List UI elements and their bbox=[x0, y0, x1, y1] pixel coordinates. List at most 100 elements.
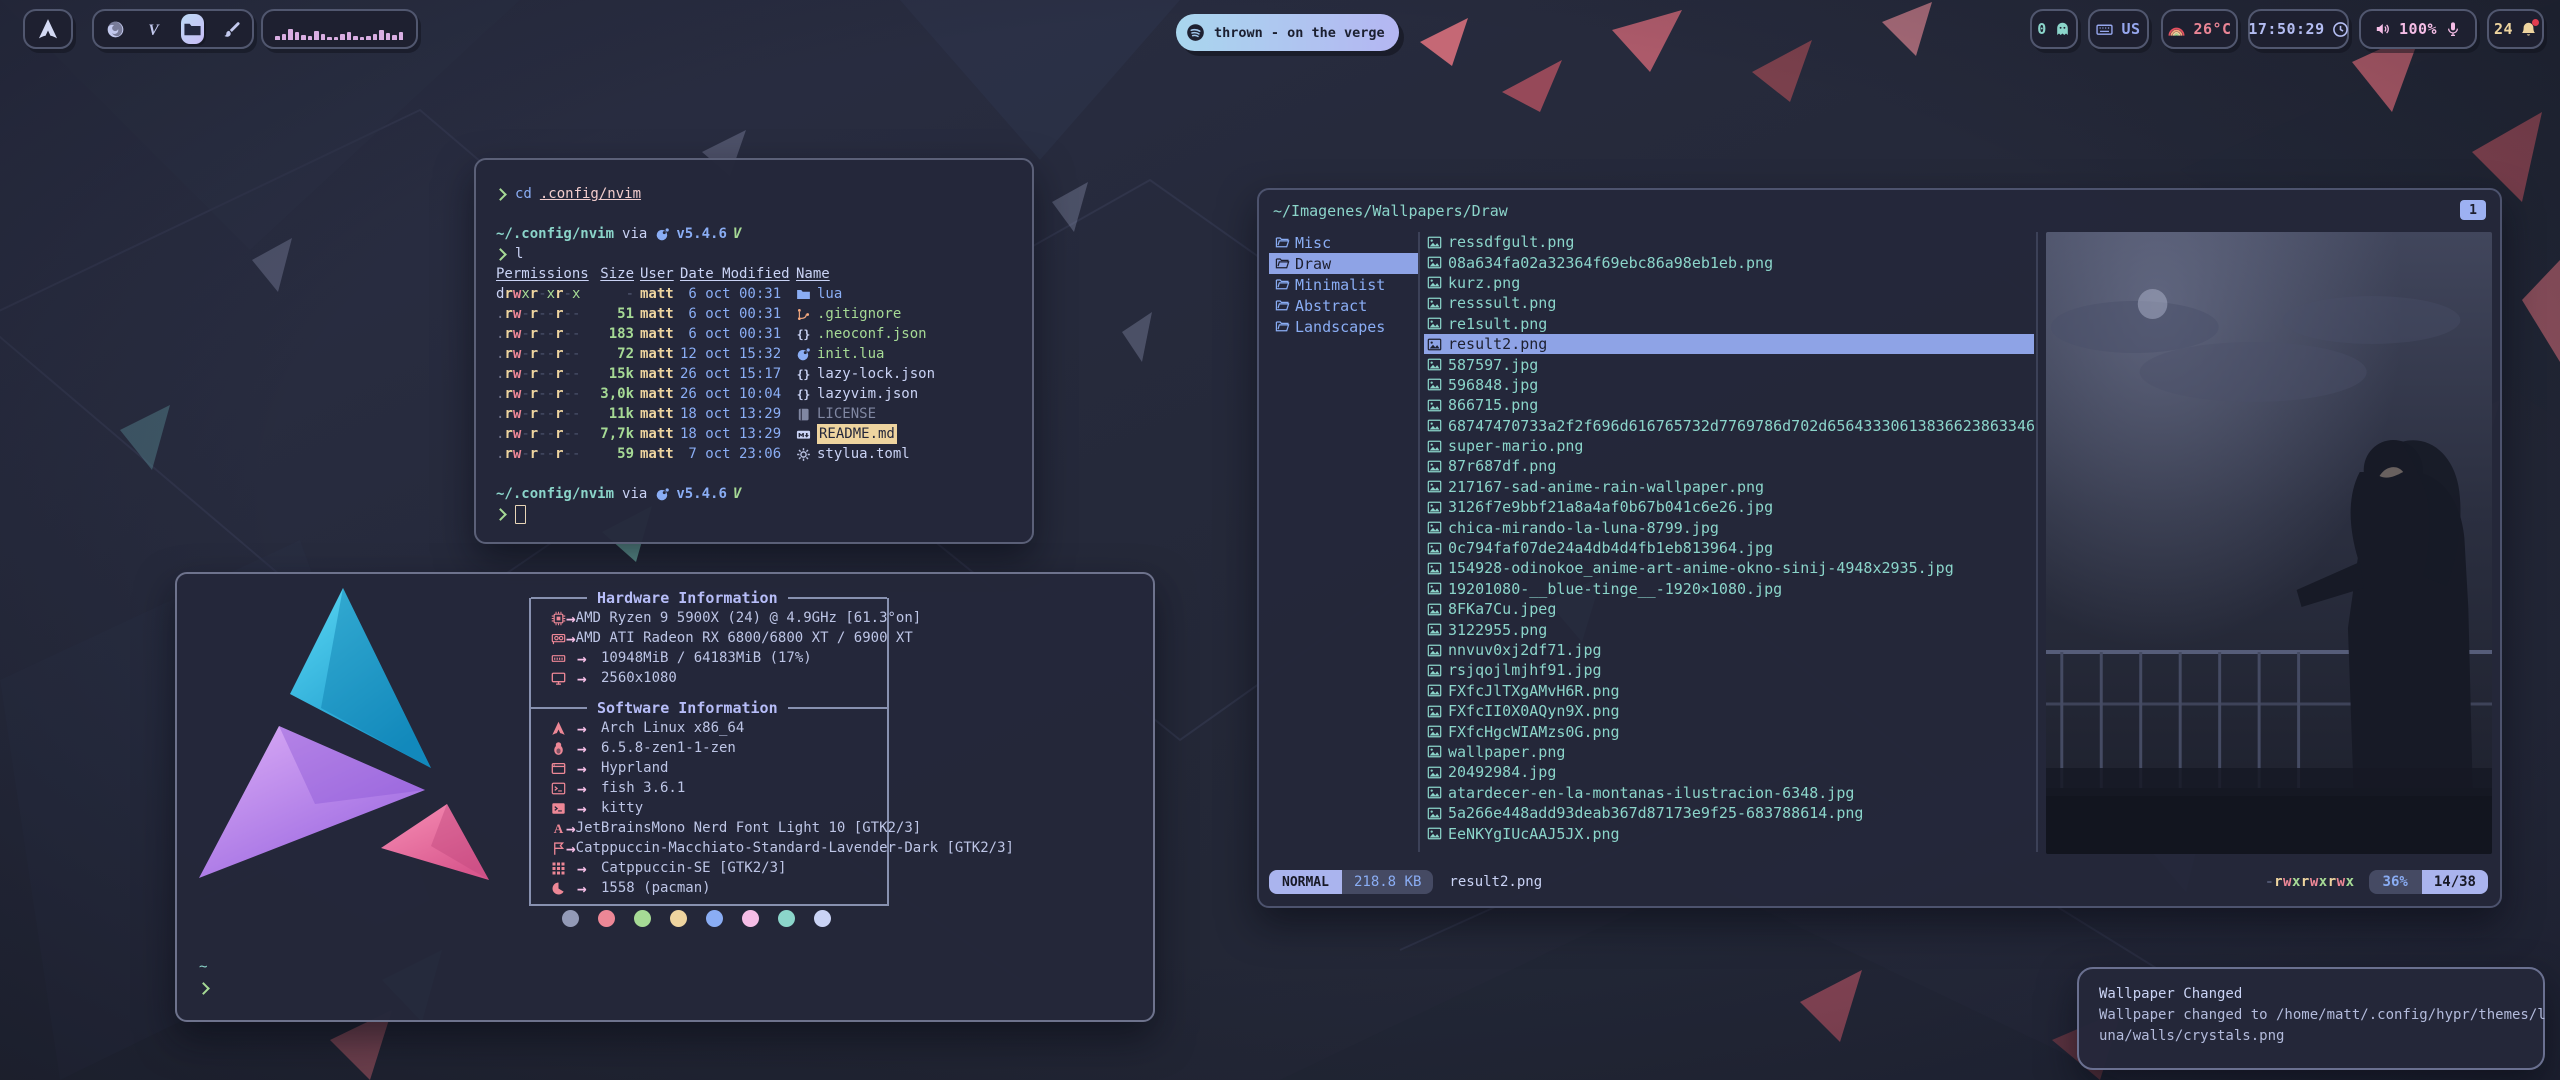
info-row: AMD Ryzen 9 5900X (24) @ 4.9GHz [61.3°on… bbox=[531, 608, 887, 628]
cava-bar bbox=[288, 29, 293, 40]
image-icon bbox=[1427, 826, 1442, 841]
cava-bar bbox=[386, 33, 391, 40]
file-item[interactable]: nnvuv0xj2df71.jpg bbox=[1424, 640, 2034, 660]
terminal-prompt-line[interactable] bbox=[496, 504, 1012, 524]
info-row: 10948MiB / 64183MiB (17%) bbox=[531, 648, 887, 668]
file-item[interactable]: EeNKYgIUcAAJ5JX.png bbox=[1424, 823, 2034, 843]
file-item[interactable]: re1sult.png bbox=[1424, 314, 2034, 334]
book-icon bbox=[796, 407, 811, 422]
notifications-widget[interactable]: 24 bbox=[2487, 9, 2544, 49]
file-item[interactable]: 5a266e448add93deab367d87173e9f25-6837886… bbox=[1424, 803, 2034, 823]
file-item[interactable]: 3126f7e9bbf21a8a4af0b67b041c6e26.jpg bbox=[1424, 497, 2034, 517]
image-icon bbox=[1427, 235, 1442, 250]
workspace-firefox[interactable] bbox=[104, 14, 127, 44]
image-icon bbox=[1427, 337, 1442, 352]
fetch-prompt[interactable]: ~ bbox=[199, 956, 218, 1000]
keyboard-layout-widget[interactable]: US bbox=[2088, 9, 2149, 49]
workspace-vim[interactable]: V bbox=[143, 14, 166, 44]
arrow-icon bbox=[566, 609, 576, 628]
file-item[interactable]: 87r687df.png bbox=[1424, 456, 2034, 476]
file-item[interactable]: 08a634fa02a32364f69ebc86a98eb1eb.png bbox=[1424, 252, 2034, 272]
file-item[interactable]: rsjqojlmjhf91.jpg bbox=[1424, 660, 2034, 680]
via-label: via bbox=[622, 484, 647, 504]
cava-bar bbox=[340, 34, 345, 40]
fastfetch-window[interactable]: Hardware Information AMD Ryzen 9 5900X (… bbox=[175, 572, 1155, 1022]
file-item[interactable]: 3122955.png bbox=[1424, 619, 2034, 639]
info-value: Catppuccin-SE [GTK2/3] bbox=[601, 860, 786, 876]
clock-widget[interactable]: 17:50:29 bbox=[2248, 9, 2349, 49]
terminal-window[interactable]: cd .config/nvim ~/.config/nvim via v5.4.… bbox=[474, 158, 1034, 544]
file-item[interactable]: 19201080-__blue-tinge__-1920×1080.jpg bbox=[1424, 579, 2034, 599]
ghost-icon bbox=[2054, 21, 2071, 38]
file-item[interactable]: 866715.png bbox=[1424, 395, 2034, 415]
file-item[interactable]: 587597.jpg bbox=[1424, 354, 2034, 374]
parent-directory-list: MiscDrawMinimalistAbstractLandscapes bbox=[1269, 232, 1419, 337]
file-item[interactable]: FXfcJlTXgAMvH6R.png bbox=[1424, 681, 2034, 701]
sidebar-dir-abstract[interactable]: Abstract bbox=[1269, 295, 1419, 316]
folder-icon bbox=[1275, 277, 1290, 292]
section-title: Hardware Information bbox=[587, 589, 788, 607]
file-item[interactable]: 68747470733a2f2f696d616765732d7769786d70… bbox=[1424, 416, 2034, 436]
bell-icon bbox=[2520, 21, 2537, 38]
cwd-tilde: ~ bbox=[199, 956, 218, 978]
prompt-chevron bbox=[494, 508, 507, 521]
file-manager-window[interactable]: ~/Imagenes/Wallpapers/Draw 1 MiscDrawMin… bbox=[1257, 188, 2502, 908]
info-value: AMD Ryzen 9 5900X (24) @ 4.9GHz [61.3°on… bbox=[576, 610, 922, 626]
breadcrumb-path: ~/Imagenes/Wallpapers/Draw bbox=[1273, 202, 1508, 220]
lua-icon bbox=[796, 347, 811, 362]
media-player-widget[interactable]: thrown - on the verge bbox=[1176, 14, 1399, 51]
notification-popup[interactable]: Wallpaper Changed Wallpaper changed to /… bbox=[2077, 967, 2545, 1070]
desktop: V thrown - on the verge 0 US 26°C 17:50:… bbox=[0, 0, 2560, 1080]
file-item[interactable]: wallpaper.png bbox=[1424, 742, 2034, 762]
updates-widget[interactable]: 0 bbox=[2030, 9, 2078, 49]
gear-icon bbox=[796, 447, 811, 462]
palette-dot bbox=[742, 910, 759, 927]
rainbow-icon bbox=[2167, 20, 2186, 39]
info-row: Catppuccin-SE [GTK2/3] bbox=[531, 858, 887, 878]
file-item[interactable]: ressdfgult.png bbox=[1424, 232, 2034, 252]
sidebar-dir-misc[interactable]: Misc bbox=[1269, 232, 1419, 253]
audio-widget[interactable]: 100% bbox=[2359, 9, 2477, 49]
info-value: Arch Linux x86_64 bbox=[601, 720, 744, 736]
speaker-icon bbox=[2375, 21, 2391, 37]
file-item[interactable]: kurz.png bbox=[1424, 273, 2034, 293]
file-item[interactable]: super-mario.png bbox=[1424, 436, 2034, 456]
image-icon bbox=[1427, 663, 1442, 678]
arrow-icon bbox=[566, 819, 576, 838]
status-check: V bbox=[733, 484, 741, 504]
sidebar-dir-minimalist[interactable]: Minimalist bbox=[1269, 274, 1419, 295]
file-item[interactable]: chica-mirando-la-luna-8799.jpg bbox=[1424, 517, 2034, 537]
panel-divider bbox=[1418, 232, 1420, 852]
terminal-color-palette bbox=[562, 910, 831, 927]
file-item[interactable]: 217167-sad-anime-rain-wallpaper.png bbox=[1424, 477, 2034, 497]
workspace-paintbrush[interactable] bbox=[220, 14, 243, 44]
via-label: via bbox=[622, 224, 647, 244]
image-icon bbox=[1427, 683, 1442, 698]
command: l bbox=[515, 244, 523, 264]
image-icon bbox=[1427, 704, 1442, 719]
file-item[interactable]: result2.png bbox=[1424, 334, 2034, 354]
file-item[interactable]: 0c794faf07de24a4db4d4fb1eb813964.jpg bbox=[1424, 538, 2034, 558]
cava-bar bbox=[301, 35, 306, 40]
file-item[interactable]: FXfcHgcWIAMzs0G.png bbox=[1424, 721, 2034, 741]
image-icon bbox=[1427, 479, 1442, 494]
preview-image bbox=[2046, 232, 2492, 854]
weather-widget[interactable]: 26°C bbox=[2161, 9, 2238, 49]
file-item[interactable]: 8FKa7Cu.jpeg bbox=[1424, 599, 2034, 619]
svg-text:A: A bbox=[554, 821, 564, 836]
sidebar-dir-landscapes[interactable]: Landscapes bbox=[1269, 316, 1419, 337]
sidebar-dir-draw[interactable]: Draw bbox=[1269, 253, 1419, 274]
file-item[interactable]: atardecer-en-la-montanas-ilustracion-634… bbox=[1424, 783, 2034, 803]
app-launcher-button[interactable] bbox=[23, 9, 73, 49]
file-item[interactable]: resssult.png bbox=[1424, 293, 2034, 313]
tab-badge[interactable]: 1 bbox=[2460, 200, 2486, 220]
arrow-icon bbox=[577, 759, 601, 778]
file-item[interactable]: 154928-odinokoe_anime-art-anime-okno-sin… bbox=[1424, 558, 2034, 578]
file-item[interactable]: 596848.jpg bbox=[1424, 375, 2034, 395]
info-row: AJetBrainsMono Nerd Font Light 10 [GTK2/… bbox=[531, 818, 887, 838]
cava-bar bbox=[327, 37, 332, 40]
workspace-folder[interactable] bbox=[181, 14, 204, 44]
file-item[interactable]: 20492984.jpg bbox=[1424, 762, 2034, 782]
file-item[interactable]: FXfcII0X0AQyn9X.png bbox=[1424, 701, 2034, 721]
info-value: Hyprland bbox=[601, 760, 668, 776]
